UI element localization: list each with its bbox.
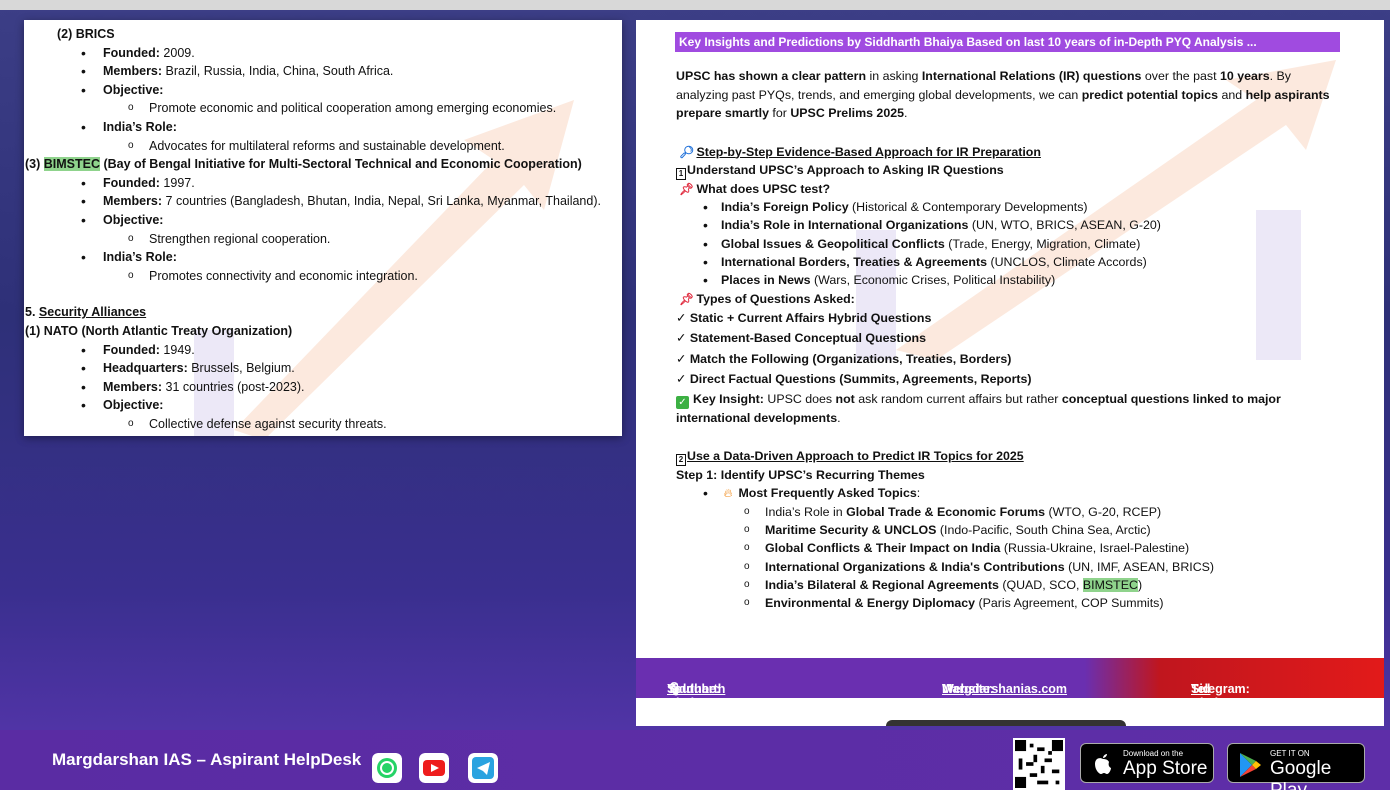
brics-heading: (2) BRICS <box>57 27 115 41</box>
telegram-icon[interactable] <box>468 753 498 783</box>
key-insight: ✓ Key Insight: UPSC does not ask random c… <box>676 391 1281 425</box>
checkmark-icon: ✓ <box>676 395 689 409</box>
topic-item: India’s Bilateral & Regional Agreements … <box>676 576 1346 595</box>
app-store-button[interactable]: Download on the App Store <box>1080 743 1214 783</box>
nato-headquarters: Headquarters: Brussels, Belgium. <box>57 359 622 378</box>
test-item: India’s Foreign Policy (Historical & Con… <box>676 198 1346 217</box>
microphone-icon: 🎙︎ <box>667 682 683 696</box>
bimstec-heading: (3) BIMSTEC (Bay of Bengal Initiative fo… <box>25 157 582 172</box>
brics-objective: Promote economic and political cooperati… <box>57 99 622 118</box>
left-document-page: (2) BRICS Founded: 2009. Members: Brazil… <box>24 20 622 436</box>
number-two-icon: 2 <box>676 454 686 467</box>
pushpin-icon: 📌︎ <box>679 291 695 306</box>
nato-heading: (1) NATO (North Atlantic Treaty Organiza… <box>25 323 293 338</box>
nato-objective: Collective defense against security thre… <box>57 415 622 434</box>
insights-banner: Key Insights and Predictions by Siddhart… <box>675 32 1340 53</box>
types-heading: 📌︎ Types of Questions Asked: <box>676 290 1346 308</box>
bimstec-objective-label: Objective: <box>57 211 622 230</box>
test-item: Places in News (Wars, Economic Crises, P… <box>676 271 1346 290</box>
brics-role-label: India’s Role: <box>57 118 622 137</box>
test-item: Global Issues & Geopolitical Conflicts (… <box>676 235 1346 254</box>
question-type: ✓ Static + Current Affairs Hybrid Questi… <box>676 310 932 325</box>
brics-objective-label: Objective: <box>57 81 622 100</box>
nato-objective-label: Objective: <box>57 396 622 415</box>
question-type: ✓ Direct Factual Questions (Summits, Agr… <box>676 372 1032 387</box>
bimstec-founded: Founded: 1997. <box>57 174 622 193</box>
bimstec-role-label: India’s Role: <box>57 248 622 267</box>
step2-subheading: Step 1: Identify UPSC’s Recurring Themes <box>676 468 925 483</box>
right-document-text: Key Insights and Predictions by Siddhart… <box>675 32 1346 613</box>
left-document-text: (2) BRICS Founded: 2009. Members: Brazil… <box>25 25 622 434</box>
helpdesk-bar: Margdarshan IAS – Aspirant HelpDesk Down… <box>0 730 1390 790</box>
brics-founded: Founded: 2009. <box>57 44 622 63</box>
security-heading: 5. Security Alliances <box>25 305 147 320</box>
step2-heading: 2 Use a Data-Driven Approach to Predict I… <box>676 447 1346 467</box>
topic-item: India’s Role in Global Trade & Economic … <box>676 503 1346 522</box>
test-item: International Borders, Treaties & Agreem… <box>676 253 1346 272</box>
topic-item: Global Conflicts & Their Impact on India… <box>676 539 1346 558</box>
bimstec-members: Members: 7 countries (Bangladesh, Bhutan… <box>57 192 622 211</box>
pushpin-icon: 📌︎ <box>679 181 695 196</box>
page-handle <box>886 720 1126 726</box>
question-type: ✓ Match the Following (Organizations, Tr… <box>676 351 1012 366</box>
number-one-icon: 1 <box>676 167 686 180</box>
qr-code <box>1013 738 1065 790</box>
test-heading: 📌︎ What does UPSC test? <box>676 180 1346 198</box>
whatsapp-icon[interactable] <box>372 753 402 783</box>
question-type: ✓ Statement-Based Conceptual Questions <box>676 331 926 346</box>
approach-heading: 🔎︎ Step-by-Step Evidence-Based Approach … <box>676 143 1346 161</box>
google-play-button[interactable]: GET IT ON Google Play <box>1227 743 1365 790</box>
document-footer: Youtube: Siddharth Bhaiya UPSC 🎙︎ Websit… <box>636 658 1384 724</box>
right-document-page: Key Insights and Predictions by Siddhart… <box>636 20 1384 726</box>
topic-item: International Organizations & India's Co… <box>676 558 1346 577</box>
magnifier-icon: 🔎︎ <box>679 144 695 159</box>
top-strip <box>0 0 1390 10</box>
brics-members: Members: Brazil, Russia, India, China, S… <box>57 62 622 81</box>
google-play-icon <box>1240 753 1261 777</box>
bimstec-role: Promotes connectivity and economic integ… <box>57 267 622 286</box>
topic-item: Environmental & Energy Diplomacy (Paris … <box>676 594 1346 613</box>
test-item: India’s Role in International Organizati… <box>676 216 1346 235</box>
website-link[interactable]: Margdarshanias.com <box>942 682 1067 696</box>
frequent-topics-heading: 🔥︎ Most Frequently Asked Topics: <box>676 484 1346 503</box>
telegram-link[interactable]: Sid Bhaiya UPSC <box>1191 682 1232 724</box>
intro-paragraph: UPSC has shown a clear pattern in asking… <box>676 69 1330 121</box>
helpdesk-title: Margdarshan IAS – Aspirant HelpDesk <box>52 750 362 769</box>
youtube-icon[interactable] <box>419 753 449 783</box>
bimstec-objective: Strengthen regional cooperation. <box>57 230 622 249</box>
apple-icon <box>1095 754 1111 774</box>
topic-item: Maritime Security & UNCLOS (Indo-Pacific… <box>676 521 1346 540</box>
nato-members: Members: 31 countries (post-2023). <box>57 378 622 397</box>
fire-icon: 🔥︎ <box>723 486 733 501</box>
brics-role: Advocates for multilateral reforms and s… <box>57 137 622 156</box>
step1-heading: 1 Understand UPSC’s Approach to Asking IR… <box>676 161 1346 180</box>
nato-founded: Founded: 1949. <box>57 341 622 360</box>
